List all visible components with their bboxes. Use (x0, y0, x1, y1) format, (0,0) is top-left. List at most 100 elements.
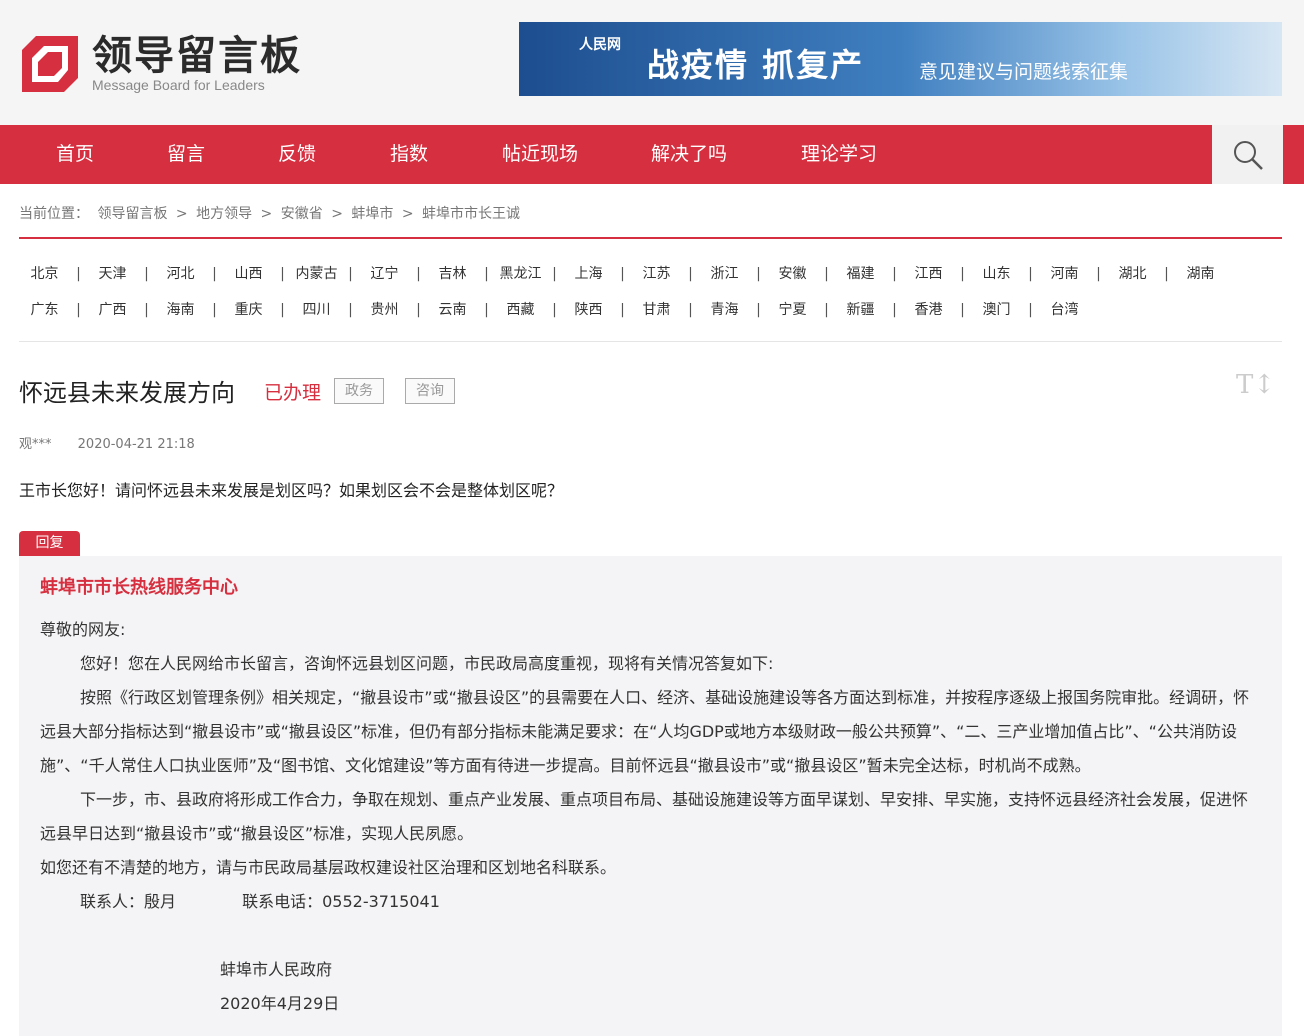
province-link[interactable]: 广东 (19, 299, 70, 319)
reply-paragraph: 按照《行政区划管理条例》相关规定，“撤县设市”或“撤县设区”的县需要在人口、经济… (40, 688, 1250, 775)
province-link[interactable]: 四川 (291, 299, 342, 319)
font-size-toggle-icon[interactable]: T↕ (1236, 370, 1275, 400)
province-separator: | (552, 302, 557, 318)
province-link[interactable]: 辽宁 (359, 263, 410, 283)
reply-signature: 蚌埠市人民政府 (220, 960, 333, 979)
reply-date: 2020年4月29日 (220, 994, 340, 1013)
province-link[interactable]: 山东 (971, 263, 1022, 283)
breadcrumb-item[interactable]: 地方领导 (196, 206, 252, 222)
province-separator: | (620, 266, 625, 282)
province-separator: | (280, 302, 285, 318)
message-author: 观*** (19, 437, 52, 452)
province-link[interactable]: 宁夏 (767, 299, 818, 319)
province-separator: | (416, 302, 421, 318)
province-link[interactable]: 吉林 (427, 263, 478, 283)
province-link[interactable]: 黑龙江 (495, 263, 546, 283)
province-separator: | (1164, 266, 1169, 282)
logo-title: 领导留言板 (92, 33, 302, 79)
banner-source-logo: 人民网 (579, 37, 621, 53)
province-list-row-1: 北京 | 天津 | 河北 | 山西 | 内蒙古 | 辽宁 | 吉林 | 黑龙江 | 上海 | 江苏 | 浙江 | 安徽 | 福建… (19, 263, 1226, 283)
province-separator: | (756, 266, 761, 282)
message-time: 2020-04-21 21:18 (77, 437, 195, 452)
province-link[interactable]: 重庆 (223, 299, 274, 319)
province-link[interactable]: 香港 (903, 299, 954, 319)
nav-item-home[interactable]: 首页 (56, 125, 94, 184)
reply-organization: 蚌埠市市长热线服务中心 (40, 577, 238, 598)
province-link[interactable]: 台湾 (1039, 299, 1090, 319)
province-link[interactable]: 澳门 (971, 299, 1022, 319)
province-divider (19, 341, 1282, 342)
nav-item-index[interactable]: 指数 (390, 125, 428, 184)
tag-consult[interactable]: 咨询 (405, 378, 455, 404)
campaign-banner[interactable]: 人民网 战疫情 抓复产 意见建议与问题线索征集 (519, 22, 1282, 96)
province-separator: | (1096, 266, 1101, 282)
province-separator: | (76, 302, 81, 318)
nav-item-message[interactable]: 留言 (167, 125, 205, 184)
breadcrumb-separator: > (401, 206, 414, 222)
province-separator: | (348, 302, 353, 318)
breadcrumb-item[interactable]: 蚌埠市市长王诚 (422, 206, 520, 222)
breadcrumb-separator: > (175, 206, 188, 222)
reply-tab: 回复 (19, 531, 80, 556)
nav-item-feedback[interactable]: 反馈 (278, 125, 316, 184)
province-link[interactable]: 福建 (835, 263, 886, 283)
province-link[interactable]: 上海 (563, 263, 614, 283)
province-separator: | (212, 266, 217, 282)
province-link[interactable]: 甘肃 (631, 299, 682, 319)
search-button[interactable] (1212, 125, 1283, 184)
province-link[interactable]: 海南 (155, 299, 206, 319)
province-link[interactable]: 河北 (155, 263, 206, 283)
province-separator: | (416, 266, 421, 282)
banner-headline: 战疫情 抓复产 (647, 46, 865, 84)
breadcrumb-separator: > (260, 206, 273, 222)
province-link[interactable]: 广西 (87, 299, 138, 319)
province-separator: | (824, 302, 829, 318)
main-nav: 首页 留言 反馈 指数 帖近现场 解决了吗 理论学习 (0, 125, 1304, 184)
province-separator: | (1028, 266, 1033, 282)
message-meta: 观*** 2020-04-21 21:18 (19, 433, 195, 452)
province-link[interactable]: 河南 (1039, 263, 1090, 283)
breadcrumb-divider (19, 237, 1282, 239)
province-link[interactable]: 西藏 (495, 299, 546, 319)
tag-politics[interactable]: 政务 (334, 378, 384, 404)
province-separator: | (892, 302, 897, 318)
reply-greeting: 尊敬的网友: (40, 620, 126, 639)
site-header: 领导留言板 Message Board for Leaders 人民网 战疫情 … (0, 0, 1304, 125)
nav-item-onsite[interactable]: 帖近现场 (502, 125, 578, 184)
province-link[interactable]: 云南 (427, 299, 478, 319)
message-title: 怀远县未来发展方向 (19, 379, 235, 407)
province-link[interactable]: 江西 (903, 263, 954, 283)
nav-item-theory[interactable]: 理论学习 (801, 125, 877, 184)
banner-subheadline: 意见建议与问题线索征集 (919, 61, 1129, 83)
province-separator: | (960, 266, 965, 282)
province-separator: | (76, 266, 81, 282)
province-separator: | (144, 266, 149, 282)
reply-paragraph: 您好！您在人民网给市长留言，咨询怀远县划区问题，市民政局高度重视，现将有关情况答… (80, 654, 774, 673)
province-link[interactable]: 天津 (87, 263, 138, 283)
province-separator: | (756, 302, 761, 318)
province-separator: | (484, 302, 489, 318)
province-link[interactable]: 陕西 (563, 299, 614, 319)
reply-body: 尊敬的网友: 您好！您在人民网给市长留言，咨询怀远县划区问题，市民政局高度重视，… (40, 613, 1258, 1021)
province-separator: | (484, 266, 489, 282)
logo-subtitle: Message Board for Leaders (92, 77, 265, 93)
province-link[interactable]: 新疆 (835, 299, 886, 319)
breadcrumb-item[interactable]: 蚌埠市 (351, 206, 393, 222)
breadcrumb-item[interactable]: 领导留言板 (97, 206, 167, 222)
province-link[interactable]: 青海 (699, 299, 750, 319)
province-link[interactable]: 内蒙古 (291, 263, 342, 283)
province-link[interactable]: 浙江 (699, 263, 750, 283)
site-logo[interactable]: 领导留言板 Message Board for Leaders (22, 33, 302, 96)
breadcrumb-item[interactable]: 安徽省 (281, 206, 323, 222)
province-link[interactable]: 江苏 (631, 263, 682, 283)
province-link[interactable]: 湖北 (1107, 263, 1158, 283)
province-link[interactable]: 湖南 (1175, 263, 1226, 283)
province-list-row-2: 广东 | 广西 | 海南 | 重庆 | 四川 | 贵州 | 云南 | 西藏 | 陕西 | 甘肃 | 青海 | 宁夏 | 新疆 | 香… (19, 299, 1090, 319)
province-link[interactable]: 贵州 (359, 299, 410, 319)
province-link[interactable]: 安徽 (767, 263, 818, 283)
province-link[interactable]: 北京 (19, 263, 70, 283)
province-separator: | (620, 302, 625, 318)
province-separator: | (688, 302, 693, 318)
nav-item-resolved[interactable]: 解决了吗 (651, 125, 727, 184)
province-link[interactable]: 山西 (223, 263, 274, 283)
